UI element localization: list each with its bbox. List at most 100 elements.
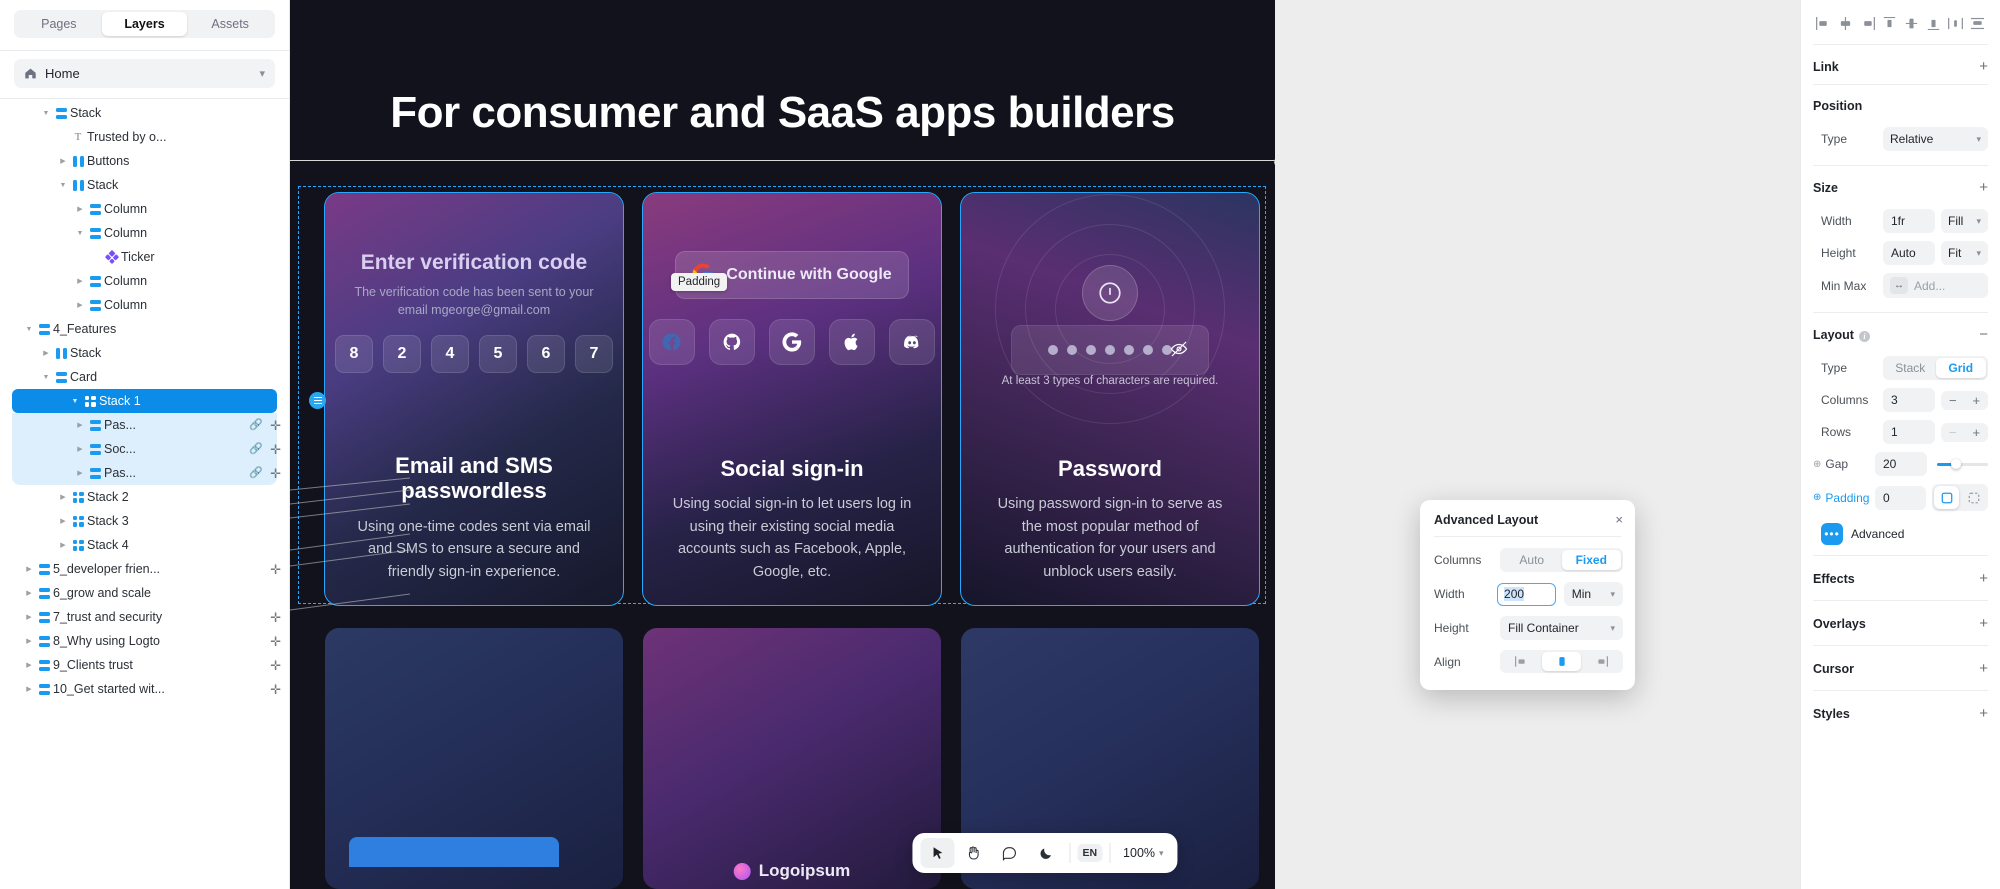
canvas-toolbar[interactable]: EN 100% ▾ [912, 833, 1178, 873]
layer-item-9-clients-trust[interactable]: ▶ 9_Clients trust ✛ [0, 653, 289, 677]
align-vertical-top-icon[interactable] [1879, 14, 1899, 32]
add-icon[interactable]: ✛ [270, 467, 281, 480]
chevron-down-icon[interactable]: ▼ [74, 230, 86, 237]
language-selector[interactable]: EN [1077, 844, 1103, 862]
effects-section-header[interactable]: Effects + [1801, 556, 2000, 600]
overlays-section-header[interactable]: Overlays + [1801, 601, 2000, 645]
section-handle-icon[interactable] [309, 392, 326, 409]
add-styles-button[interactable]: + [1979, 706, 1988, 721]
chevron-right-icon[interactable]: ▶ [74, 422, 86, 429]
layer-item-soc[interactable]: ▶ Soc... 🔗 ✛ [0, 437, 289, 461]
add-icon[interactable]: ✛ [270, 563, 281, 576]
verification-code-digit[interactable]: 4 [431, 335, 469, 373]
chevron-right-icon[interactable]: ▶ [57, 158, 69, 165]
chevron-down-icon[interactable]: ▼ [23, 326, 35, 333]
cursor-tool-icon[interactable] [920, 838, 955, 868]
layout-gap-input[interactable]: 20 [1875, 452, 1927, 476]
apple-icon[interactable] [829, 319, 875, 365]
add-icon[interactable]: ✛ [270, 443, 281, 456]
chevron-down-icon[interactable]: ▼ [69, 398, 81, 405]
alignment-toolbar[interactable] [1801, 0, 2000, 44]
increment-columns-button[interactable]: + [1972, 394, 1980, 407]
hand-tool-icon[interactable] [956, 838, 990, 868]
feature-card-password[interactable]: At least 3 types of characters are requi… [960, 192, 1260, 606]
layout-rows-stepper[interactable]: − + [1941, 422, 1988, 442]
chevron-down-icon[interactable]: ▼ [40, 110, 52, 117]
add-icon[interactable]: ✛ [270, 635, 281, 648]
add-effects-button[interactable]: + [1979, 571, 1988, 586]
popover-width-unit-select[interactable]: Min ▾ [1563, 582, 1624, 606]
align-horizontal-left-icon[interactable] [1813, 14, 1833, 32]
facebook-icon[interactable] [649, 319, 695, 365]
popover-columns-segment[interactable]: Auto Fixed [1500, 548, 1623, 572]
padding-individual-icon[interactable] [1961, 486, 1986, 509]
layer-item-stack-4[interactable]: ▶ Stack 4 [0, 533, 289, 557]
distribute-vertical-icon[interactable] [1968, 14, 1988, 32]
chevron-right-icon[interactable]: ▶ [74, 278, 86, 285]
layer-item-trusted-by-o[interactable]: T Trusted by o... [0, 125, 289, 149]
layer-item-column[interactable]: ▶ Column [0, 269, 289, 293]
chevron-down-icon[interactable]: ▼ [40, 374, 52, 381]
design-canvas[interactable]: For consumer and SaaS apps builders Ente… [290, 0, 1800, 889]
tab-layers[interactable]: Layers [101, 12, 188, 36]
add-link-button[interactable]: + [1979, 59, 1988, 74]
align-left-icon[interactable] [1502, 652, 1542, 671]
layer-item-4-features[interactable]: ▼ 4_Features [0, 317, 289, 341]
link-icon[interactable]: 🔗 [249, 419, 263, 431]
cursor-section-header[interactable]: Cursor + [1801, 646, 2000, 690]
columns-fixed-option[interactable]: Fixed [1561, 550, 1621, 570]
chevron-right-icon[interactable]: ▶ [23, 590, 35, 597]
layer-item-stack[interactable]: ▼ Stack [0, 101, 289, 125]
advanced-layout-row[interactable]: ••• Advanced [1801, 515, 2000, 555]
chevron-right-icon[interactable]: ▶ [57, 494, 69, 501]
add-icon[interactable]: ✛ [270, 683, 281, 696]
decrement-columns-button[interactable]: − [1949, 394, 1957, 407]
layer-item-column[interactable]: ▼ Column [0, 221, 289, 245]
popover-height-select[interactable]: Fill Container ▾ [1500, 616, 1623, 640]
dark-mode-tool-icon[interactable] [1028, 838, 1062, 868]
popover-width-input[interactable]: 200 [1496, 582, 1556, 606]
link-icon[interactable]: 🔗 [249, 467, 263, 479]
columns-auto-option[interactable]: Auto [1502, 550, 1562, 570]
tab-pages[interactable]: Pages [16, 12, 102, 36]
chevron-right-icon[interactable]: ▶ [74, 470, 86, 477]
layer-item-6-grow-and-scale[interactable]: ▶ 6_grow and scale [0, 581, 289, 605]
layout-type-segment[interactable]: Stack Grid [1883, 356, 1988, 380]
chevron-right-icon[interactable]: ▶ [57, 542, 69, 549]
chevron-right-icon[interactable]: ▶ [23, 686, 35, 693]
info-icon[interactable]: i [1858, 330, 1870, 342]
layer-item-column[interactable]: ▶ Column [0, 293, 289, 317]
align-vertical-middle-icon[interactable] [1902, 14, 1922, 32]
link-icon[interactable]: 🔗 [249, 443, 263, 455]
add-size-button[interactable]: + [1979, 180, 1988, 195]
layer-item-pas[interactable]: ▶ Pas... 🔗 ✛ [0, 461, 289, 485]
layer-item-stack-3[interactable]: ▶ Stack 3 [0, 509, 289, 533]
layer-item-5-developer-frien[interactable]: ▶ 5_developer frien... ✛ [0, 557, 289, 581]
chevron-down-icon[interactable]: ▼ [57, 182, 69, 189]
add-icon[interactable]: ✛ [270, 419, 281, 432]
chevron-right-icon[interactable]: ▶ [23, 662, 35, 669]
feature-card-social-signin[interactable]: Continue with Google Padding Social sign… [642, 192, 942, 606]
position-type-select[interactable]: Relative ▾ [1883, 127, 1988, 151]
layout-columns-input[interactable]: 3 [1883, 388, 1935, 412]
add-icon[interactable]: ✛ [270, 659, 281, 672]
github-icon[interactable] [709, 319, 755, 365]
tab-assets[interactable]: Assets [187, 12, 273, 36]
chevron-right-icon[interactable]: ▶ [74, 206, 86, 213]
discord-icon[interactable] [889, 319, 935, 365]
layer-item-stack[interactable]: ▶ Stack [0, 341, 289, 365]
add-cursor-button[interactable]: + [1979, 661, 1988, 676]
layers-tree[interactable]: ▼ Stack T Trusted by o... ▶ Buttons ▼ Stack ▶ Col… [0, 99, 289, 889]
chevron-right-icon[interactable]: ▶ [23, 614, 35, 621]
layout-type-grid-option[interactable]: Grid [1935, 358, 1986, 378]
layer-item-stack-2[interactable]: ▶ Stack 2 [0, 485, 289, 509]
styles-section-header[interactable]: Styles + [1801, 691, 2000, 735]
layer-item-7-trust-and-security[interactable]: ▶ 7_trust and security ✛ [0, 605, 289, 629]
verification-code-digit[interactable]: 5 [479, 335, 517, 373]
comment-tool-icon[interactable] [992, 838, 1026, 868]
layer-item-ticker[interactable]: Ticker [0, 245, 289, 269]
close-icon[interactable]: × [1615, 512, 1623, 527]
chevron-right-icon[interactable]: ▶ [23, 638, 35, 645]
chevron-right-icon[interactable]: ▶ [74, 446, 86, 453]
layer-item-buttons[interactable]: ▶ Buttons [0, 149, 289, 173]
